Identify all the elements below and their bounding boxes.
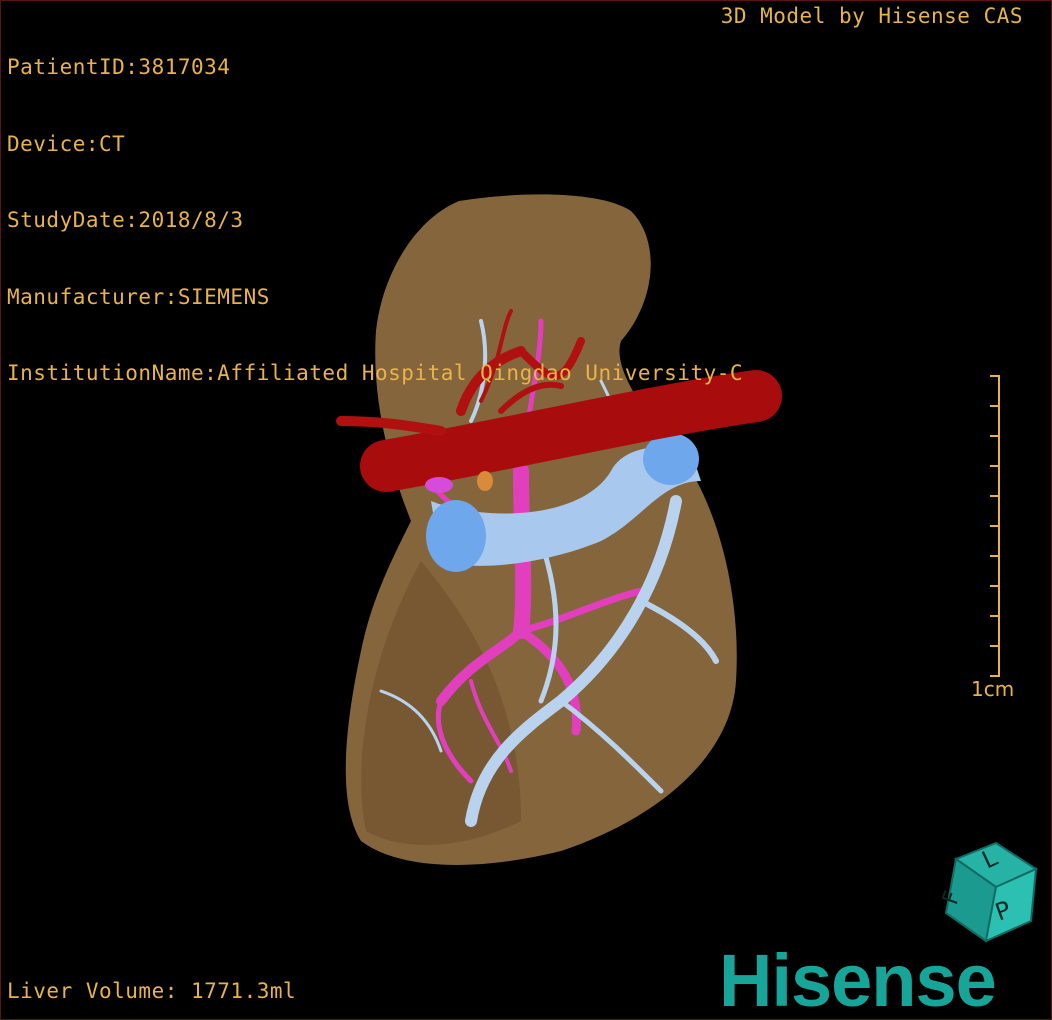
- 3d-viewport[interactable]: PatientID:3817034 Device:CT StudyDate:20…: [0, 0, 1052, 1020]
- liver-volume: Liver Volume: 1771.3ml: [7, 979, 297, 1003]
- orientation-cube[interactable]: L P F: [1, 1, 1051, 1019]
- hisense-logo: Hisense: [719, 939, 997, 1020]
